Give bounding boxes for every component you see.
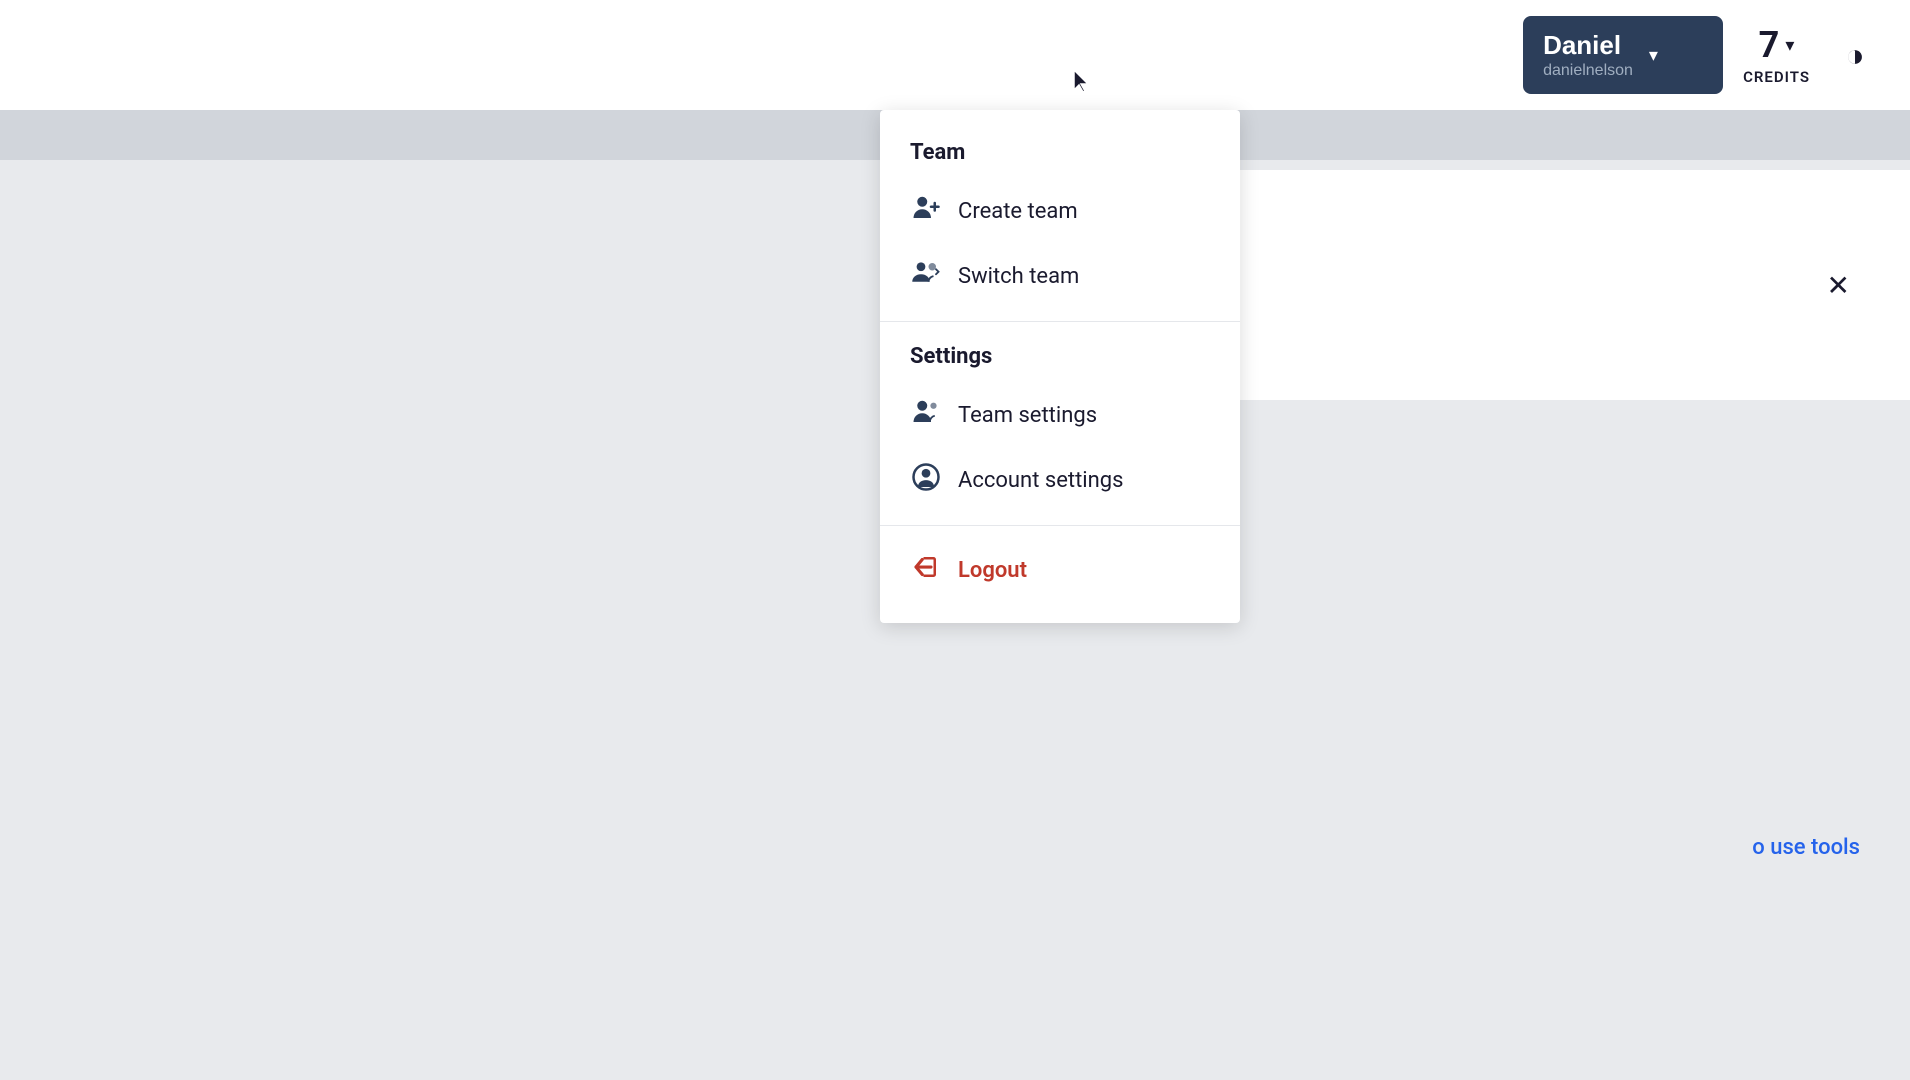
divider-1 <box>880 321 1240 322</box>
team-settings-label: Team settings <box>958 403 1097 428</box>
credits-chevron-icon: ▾ <box>1785 35 1794 56</box>
account-settings-item[interactable]: Account settings <box>880 448 1240 513</box>
user-dropdown-button[interactable]: Daniel danielnelson ▾ <box>1523 16 1723 93</box>
credits-top: 7 ▾ <box>1759 24 1795 66</box>
settings-section-title: Settings <box>880 334 1240 383</box>
switch-team-icon <box>910 258 942 295</box>
switch-team-item[interactable]: Switch team <box>880 244 1240 309</box>
team-section-title: Team <box>880 130 1240 179</box>
logout-item[interactable]: Logout <box>880 538 1240 603</box>
theme-toggle-button[interactable]: ◑ <box>1830 30 1880 80</box>
create-team-label: Create team <box>958 199 1078 224</box>
logout-label: Logout <box>958 558 1027 583</box>
credits-section[interactable]: 7 ▾ CREDITS <box>1743 24 1810 86</box>
account-settings-icon <box>910 462 942 499</box>
team-settings-item[interactable]: Team settings <box>880 383 1240 448</box>
credits-count: 7 <box>1759 24 1780 66</box>
user-info: Daniel danielnelson <box>1543 30 1633 79</box>
user-username: danielnelson <box>1543 62 1633 80</box>
create-team-item[interactable]: Create team <box>880 179 1240 244</box>
chevron-down-icon: ▾ <box>1649 45 1658 66</box>
divider-2 <box>880 525 1240 526</box>
dropdown-menu: Team Create team Switch team Sett <box>880 110 1240 623</box>
logout-icon <box>910 552 942 589</box>
create-team-icon <box>910 193 942 230</box>
navbar: Daniel danielnelson ▾ 7 ▾ CREDITS ◑ <box>0 0 1910 110</box>
theme-icon: ◑ <box>1845 37 1864 74</box>
close-button[interactable]: ✕ <box>1827 269 1850 302</box>
tools-link[interactable]: o use tools <box>1752 835 1860 860</box>
team-settings-icon <box>910 397 942 434</box>
user-name: Daniel <box>1543 30 1621 61</box>
account-settings-label: Account settings <box>958 468 1123 493</box>
navbar-right: Daniel danielnelson ▾ 7 ▾ CREDITS ◑ <box>1523 16 1880 93</box>
switch-team-label: Switch team <box>958 264 1079 289</box>
credits-label: CREDITS <box>1743 68 1810 86</box>
